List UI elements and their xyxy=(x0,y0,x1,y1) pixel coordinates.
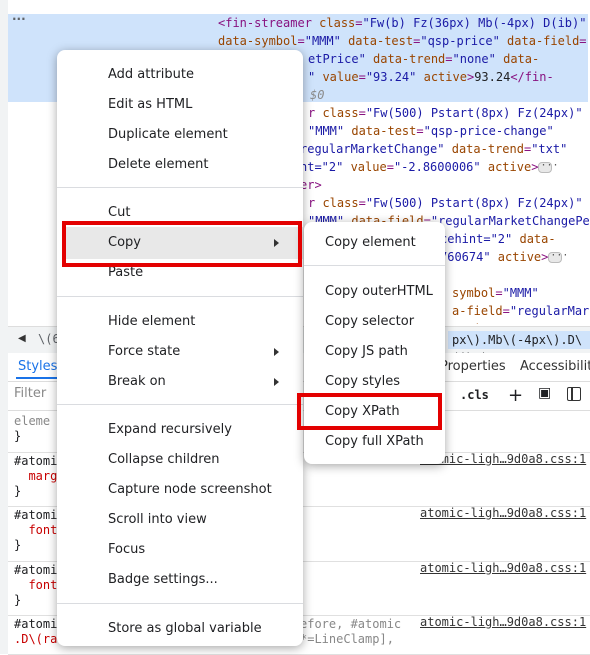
rule-selector[interactable]: eleme} xyxy=(14,414,50,444)
copy-highlight-box xyxy=(62,221,302,267)
menu-item-capture-node-screenshot[interactable]: Capture node screenshot xyxy=(108,480,272,500)
dom-line[interactable]: active="true"> xyxy=(452,320,553,324)
toggle-sidebar-icon[interactable] xyxy=(567,387,581,401)
more-dots-icon[interactable]: ··· xyxy=(12,12,26,26)
submenu-item-copy-outerhtml[interactable]: Copy outerHTML xyxy=(325,282,433,302)
dom-line[interactable]: a-field="regularMar xyxy=(452,302,589,320)
rule-selector[interactable]: #atomi marg} xyxy=(14,454,57,499)
submenu-item-copy-full-xpath[interactable]: Copy full XPath xyxy=(325,432,424,452)
element-state-icon[interactable]: ▣ xyxy=(538,385,551,401)
dom-line[interactable]: r class="Fw(500) Pstart(8px) Fz(24px)" xyxy=(308,194,583,212)
tab-properties[interactable]: Properties xyxy=(440,359,506,374)
tab-styles[interactable]: Styles xyxy=(18,359,57,374)
submenu-arrow-icon xyxy=(274,378,279,386)
rule-selector[interactable]: #atomi font} xyxy=(14,508,57,553)
submenu-item-copy-selector[interactable]: Copy selector xyxy=(325,312,414,332)
ellipsis-expand-icon[interactable] xyxy=(538,157,559,175)
rule-selector[interactable]: #atomi .D\(ra xyxy=(14,617,57,647)
menu-item-cut[interactable]: Cut xyxy=(108,203,130,223)
dom-line[interactable]: symbol="MMM" xyxy=(452,284,539,302)
ellipsis-expand-icon[interactable] xyxy=(548,247,568,265)
menu-item-focus[interactable]: Focus xyxy=(108,540,145,560)
submenu-item-copy-js-path[interactable]: Copy JS path xyxy=(325,342,408,362)
rule-source-link[interactable]: atomic-ligh…9d0a8.css:1 xyxy=(420,506,586,520)
breadcrumb-current[interactable]: px\).Mb\(-4px\).D\(ib\) xyxy=(448,331,590,365)
submenu-arrow-icon xyxy=(274,348,279,356)
menu-separator xyxy=(57,603,303,604)
menu-item-expand-recursively[interactable]: Expand recursively xyxy=(108,420,232,440)
menu-item-break-on[interactable]: Break on xyxy=(108,372,166,392)
dom-line[interactable]: "MMM" data-test="qsp-price-change" xyxy=(308,122,554,140)
context-menu: Add attribute Edit as HTML Duplicate eleme… xyxy=(57,50,303,646)
menu-separator xyxy=(57,296,303,297)
rule-selector[interactable]: #atomi font} xyxy=(14,563,57,608)
menu-item-force-state[interactable]: Force state xyxy=(108,342,180,362)
menu-item-badge-settings[interactable]: Badge settings... xyxy=(108,570,218,590)
filter-input[interactable]: Filter xyxy=(14,386,54,404)
dom-line[interactable]: data-symbol="MMM" data-test="qsp-price" … xyxy=(218,32,587,50)
copy-xpath-highlight-box xyxy=(297,393,442,430)
menu-separator xyxy=(57,404,303,405)
dom-line[interactable]: nt="2" value="-2.8600006" active> xyxy=(300,157,559,176)
menu-item-hide-element[interactable]: Hide element xyxy=(108,312,195,332)
dom-line[interactable]: <fin-streamer class="Fw(b) Fz(36px) Mb(-… xyxy=(218,14,586,32)
menu-item-add-attribute[interactable]: Add attribute xyxy=(108,65,194,85)
tab-accessibility[interactable]: Accessibility xyxy=(520,359,590,374)
menu-item-delete-element[interactable]: Delete element xyxy=(108,155,208,175)
dom-line[interactable]: r class="Fw(500) Pstart(8px) Fz(24px)" xyxy=(308,104,583,122)
menu-item-duplicate-element[interactable]: Duplicate element xyxy=(108,125,228,145)
dom-line[interactable]: cehint="2" data- xyxy=(440,230,556,248)
scroll-gutter xyxy=(0,0,8,654)
menu-item-edit-as-html[interactable]: Edit as HTML xyxy=(108,95,192,115)
menu-separator xyxy=(57,187,303,188)
dom-line[interactable]: 760674" active> xyxy=(440,247,568,266)
menu-item-store-as-global-variable[interactable]: Store as global variable xyxy=(108,619,262,639)
cls-button[interactable]: .cls xyxy=(460,388,489,402)
menu-item-scroll-into-view[interactable]: Scroll into view xyxy=(108,510,207,530)
submenu-item-copy-styles[interactable]: Copy styles xyxy=(325,372,400,392)
dom-line[interactable]: er> xyxy=(300,176,322,194)
submenu-separator xyxy=(304,265,445,266)
rule-source-link[interactable]: atomic-ligh…9d0a8.css:1 xyxy=(420,561,586,575)
dom-line[interactable]: etPrice" data-trend="none" data- xyxy=(308,50,539,68)
new-rule-icon[interactable]: + xyxy=(508,385,523,406)
submenu-item-copy-element[interactable]: Copy element xyxy=(325,233,416,253)
menu-item-collapse-children[interactable]: Collapse children xyxy=(108,450,220,470)
dom-line[interactable]: " value="93.24" active>93.24</fin- xyxy=(308,68,554,86)
rule-selector-continued: efore, #atomic *=LineClamp], xyxy=(300,617,402,646)
dom-line[interactable]: regularMarketChange" data-trend="txt" xyxy=(300,140,567,158)
rule-source-link[interactable]: atomic-ligh…9d0a8.css:1 xyxy=(420,615,586,629)
dom-line[interactable]: $0 xyxy=(310,86,324,104)
scroll-left-icon[interactable]: ◀ xyxy=(18,333,26,344)
active-tab-indicator xyxy=(16,377,62,379)
